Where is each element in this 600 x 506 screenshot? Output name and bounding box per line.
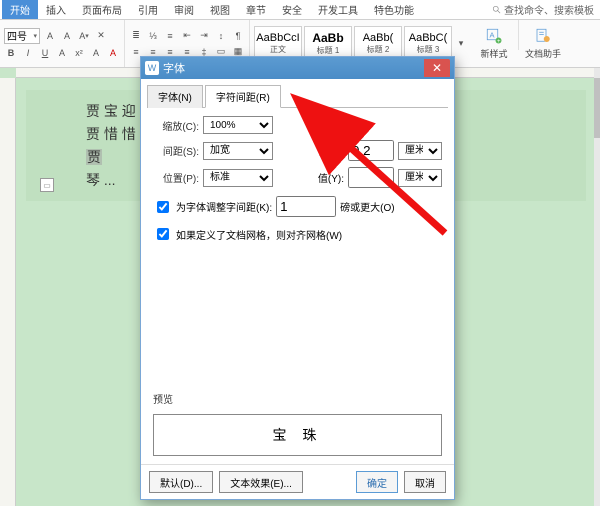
scale-label: 缩放(C):	[153, 118, 199, 133]
selected-text: 贾	[86, 149, 102, 165]
ribbon-tab-strip: 开始 插入 页面布局 引用 审阅 视图 章节 安全 开发工具 特色功能 查找命令…	[0, 0, 600, 20]
italic-button[interactable]: I	[21, 46, 35, 60]
scale-combo[interactable]: 100%	[203, 116, 273, 134]
style-label: 标题 1	[317, 45, 340, 56]
doc-assistant-label: 文档助手	[525, 47, 561, 60]
ribbon-tab-review[interactable]: 审阅	[166, 0, 202, 19]
style-sample: AaBb(	[363, 32, 394, 44]
snap-grid-label: 如果定义了文档网格，则对齐网格(W)	[176, 227, 342, 242]
scrollbar-thumb[interactable]	[594, 78, 600, 138]
ok-button[interactable]: 确定	[356, 471, 398, 493]
search-icon	[492, 5, 502, 15]
font-dialog: W 字体 ✕ 字体(N) 字符间距(R) 缩放(C): 100% 间距(S): …	[140, 56, 455, 500]
dialog-titlebar[interactable]: W 字体 ✕	[141, 57, 454, 79]
strike-button[interactable]: A	[55, 46, 69, 60]
style-label: 标题 3	[417, 44, 440, 55]
kerning-checkbox[interactable]	[157, 201, 169, 213]
command-search-placeholder: 查找命令、搜索模板	[504, 2, 594, 17]
tab-char-spacing[interactable]: 字符间距(R)	[205, 85, 281, 108]
style-gallery-more-button[interactable]: ▾	[454, 26, 468, 62]
cancel-button[interactable]: 取消	[404, 471, 446, 493]
outdent-button[interactable]: ⇤	[180, 29, 194, 43]
dialog-icon: W	[145, 61, 159, 75]
sort-button[interactable]: ↕	[214, 29, 228, 43]
ribbon-tab-security[interactable]: 安全	[274, 0, 310, 19]
shrink-font-button[interactable]: A	[60, 29, 74, 43]
nav-pane-icon[interactable]: ▭	[40, 178, 54, 192]
ribbon-tab-home[interactable]: 开始	[2, 0, 38, 19]
ribbon-tab-special[interactable]: 特色功能	[366, 0, 422, 19]
dialog-tabs: 字体(N) 字符间距(R)	[147, 85, 448, 108]
close-button[interactable]: ✕	[424, 59, 450, 77]
new-style-icon: A+	[485, 27, 503, 45]
grow-font-button[interactable]: A	[43, 29, 57, 43]
svg-text:A: A	[490, 31, 495, 40]
style-sample: AaBb	[312, 31, 343, 45]
preview-text: 宝 珠	[273, 425, 323, 445]
vertical-ruler[interactable]	[0, 78, 16, 506]
numbering-button[interactable]: ⅓	[146, 29, 160, 43]
superscript-button[interactable]: x²	[72, 46, 86, 60]
font-color-button[interactable]: A	[106, 46, 120, 60]
position-label: 位置(P):	[153, 170, 199, 185]
ribbon-tab-chapter[interactable]: 章节	[238, 0, 274, 19]
tab-font[interactable]: 字体(N)	[147, 85, 203, 108]
kerning-unit-label: 磅或更大(O)	[340, 199, 394, 214]
font-group: 四号 ▾ A A A▾ ✕ B I U A x² A A	[0, 20, 125, 67]
style-label: 标题 2	[367, 44, 390, 55]
ribbon-tab-references[interactable]: 引用	[130, 0, 166, 19]
kerning-value-input[interactable]	[276, 196, 336, 217]
bullets-button[interactable]: ≣	[129, 29, 143, 43]
text-effect-button[interactable]: 文本效果(E)...	[219, 471, 303, 493]
position-by-label: 值(Y):	[310, 170, 344, 185]
doc-assistant-button[interactable]: 文档助手	[521, 20, 565, 67]
spacing-unit-combo[interactable]: 厘米	[398, 142, 442, 160]
preview-label: 预览	[153, 391, 442, 406]
vertical-scrollbar[interactable]	[594, 68, 600, 506]
highlight-button[interactable]: A	[89, 46, 103, 60]
preview-box: 宝 珠	[153, 414, 442, 456]
indent-button[interactable]: ⇥	[197, 29, 211, 43]
style-sample: AaBbCcI	[256, 32, 299, 44]
bold-button[interactable]: B	[4, 46, 18, 60]
default-button[interactable]: 默认(D)...	[149, 471, 213, 493]
dialog-button-row: 默认(D)... 文本效果(E)... 确定 取消	[141, 464, 454, 499]
doc-assistant-icon	[534, 27, 552, 45]
spacing-by-input[interactable]	[348, 140, 394, 161]
svg-text:+: +	[497, 39, 501, 45]
spacing-by-label: 值(B):	[310, 143, 344, 158]
multilevel-button[interactable]: ≡	[163, 29, 177, 43]
show-marks-button[interactable]: ¶	[231, 29, 245, 43]
ribbon-tab-dev[interactable]: 开发工具	[310, 0, 366, 19]
new-style-button[interactable]: A+ 新样式	[472, 20, 516, 67]
font-size-combo[interactable]: 四号 ▾	[4, 28, 40, 44]
position-combo[interactable]: 标准	[203, 169, 273, 187]
clear-format-button[interactable]: ✕	[94, 29, 108, 43]
spacing-label: 间距(S):	[153, 143, 199, 158]
new-style-label: 新样式	[480, 47, 507, 60]
ribbon-tab-layout[interactable]: 页面布局	[74, 0, 130, 19]
dialog-body: 缩放(C): 100% 间距(S): 加宽 值(B): 厘米 位置(P): 标准…	[141, 108, 454, 464]
separator	[518, 20, 519, 50]
spacing-combo[interactable]: 加宽	[203, 142, 273, 160]
ribbon-tab-insert[interactable]: 插入	[38, 0, 74, 19]
style-label: 正文	[270, 44, 286, 55]
font-size-value: 四号	[7, 28, 27, 43]
style-sample: AaBbC(	[409, 32, 448, 44]
position-unit-combo[interactable]: 厘米	[398, 169, 442, 187]
change-case-button[interactable]: A▾	[77, 29, 91, 43]
command-search[interactable]: 查找命令、搜索模板	[492, 2, 600, 17]
dialog-title: 字体	[163, 60, 185, 76]
kerning-label: 为字体调整字间距(K):	[176, 199, 272, 214]
underline-button[interactable]: U	[38, 46, 52, 60]
chevron-down-icon: ▾	[33, 32, 37, 40]
ribbon-tab-view[interactable]: 视图	[202, 0, 238, 19]
snap-grid-checkbox[interactable]	[157, 228, 169, 240]
position-by-input[interactable]	[348, 167, 394, 188]
